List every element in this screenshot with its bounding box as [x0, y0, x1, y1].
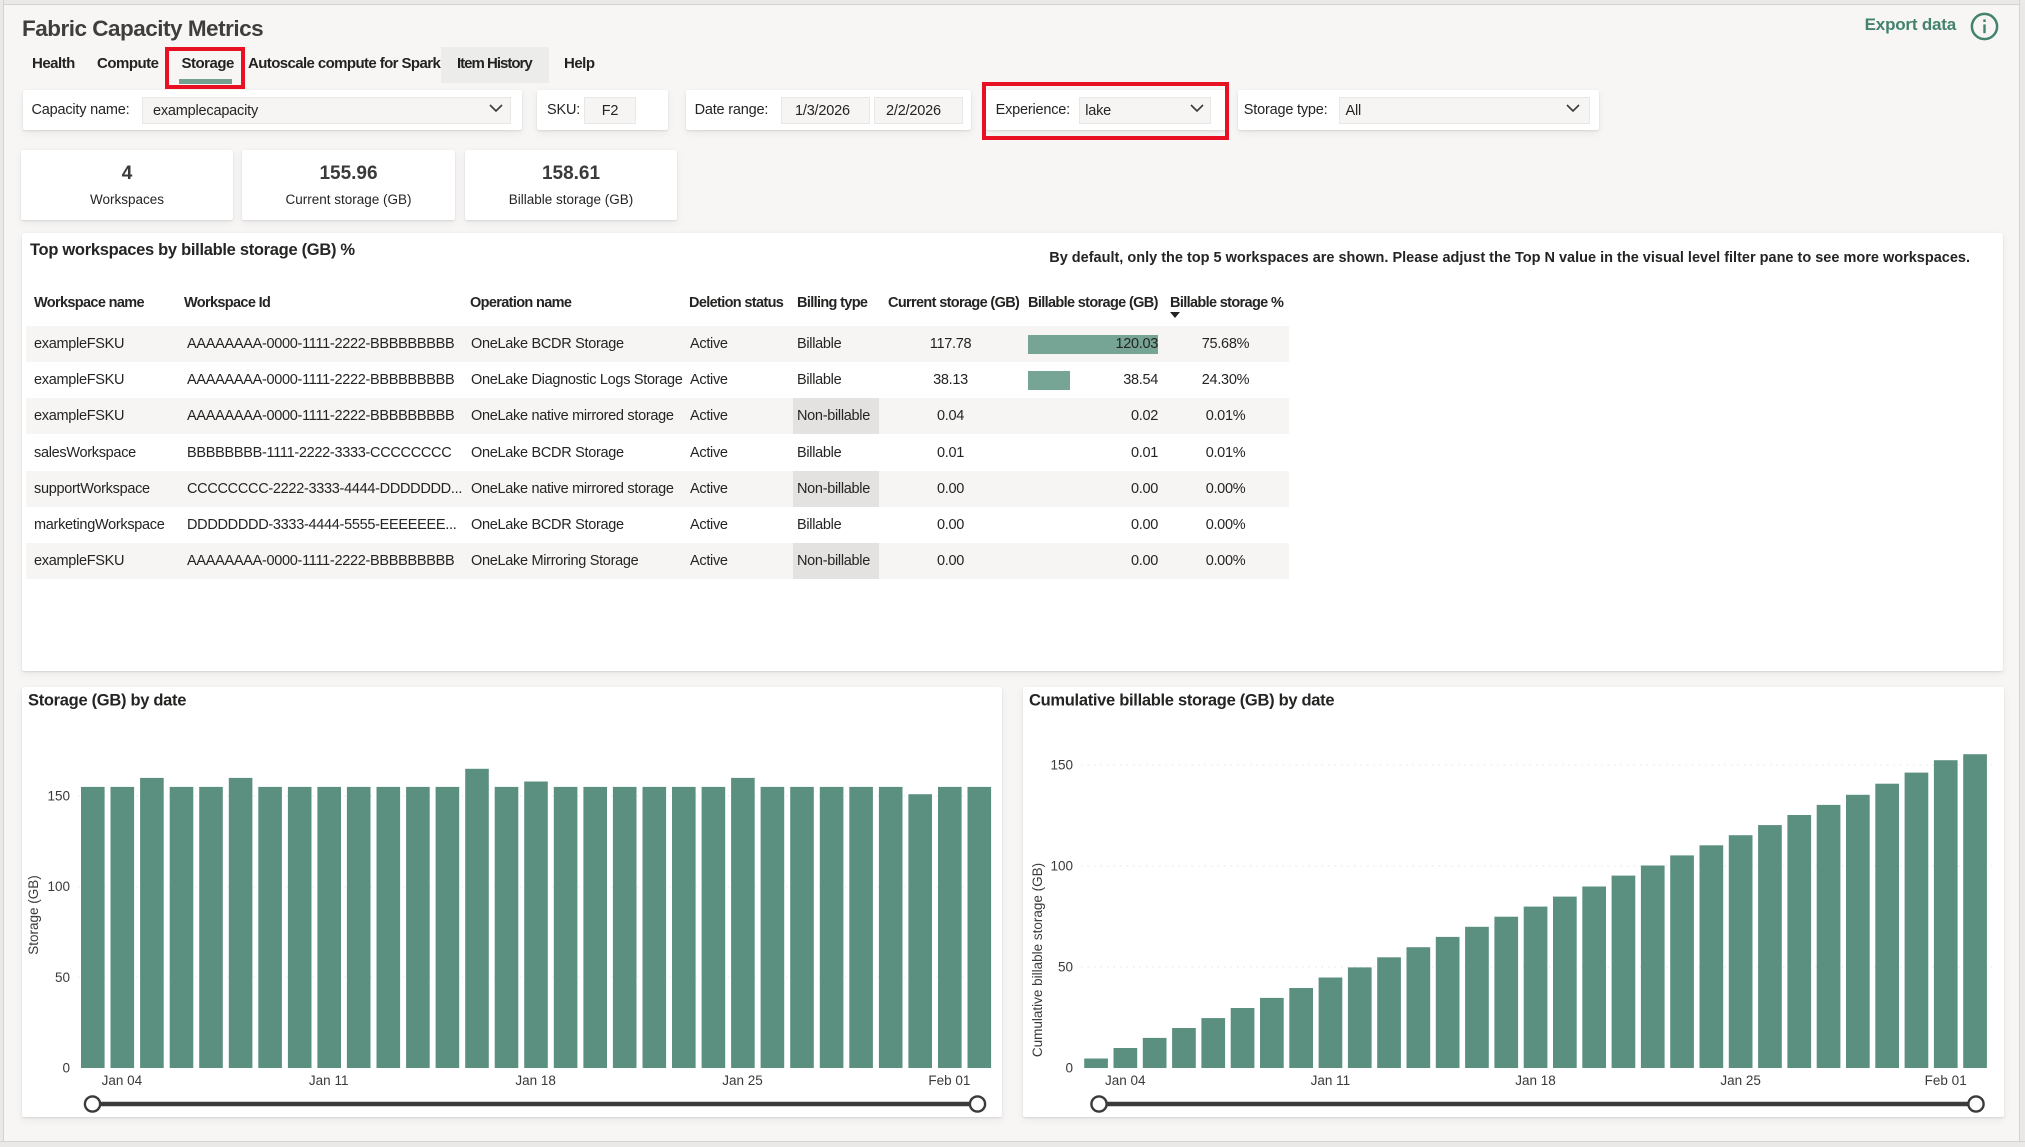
svg-text:Feb 01: Feb 01 [1925, 1073, 1967, 1088]
svg-text:Feb 01: Feb 01 [928, 1073, 970, 1088]
svg-text:Jan 18: Jan 18 [1515, 1073, 1556, 1088]
svg-text:50: 50 [1058, 960, 1073, 975]
svg-text:Jan 18: Jan 18 [515, 1073, 556, 1088]
svg-text:Cumulative billable storage (G: Cumulative billable storage (GB) [1030, 863, 1045, 1057]
svg-text:100: 100 [47, 879, 70, 894]
svg-text:Cumulative billable storage (G: Cumulative billable storage (GB) by date [1029, 692, 1334, 710]
svg-text:Jan 11: Jan 11 [309, 1073, 349, 1088]
svg-text:100: 100 [1050, 859, 1073, 874]
svg-text:50: 50 [55, 970, 70, 985]
svg-text:Jan 04: Jan 04 [102, 1073, 143, 1088]
svg-text:Jan 11: Jan 11 [1311, 1073, 1351, 1088]
svg-text:Jan 25: Jan 25 [722, 1073, 763, 1088]
svg-text:Jan 04: Jan 04 [1105, 1073, 1146, 1088]
svg-text:Storage (GB): Storage (GB) [26, 875, 41, 955]
svg-text:Jan 25: Jan 25 [1720, 1073, 1761, 1088]
svg-text:0: 0 [1065, 1061, 1073, 1076]
svg-text:0: 0 [62, 1061, 70, 1076]
svg-text:150: 150 [1050, 758, 1073, 773]
svg-text:Storage (GB) by date: Storage (GB) by date [28, 692, 186, 710]
svg-text:150: 150 [47, 789, 70, 804]
